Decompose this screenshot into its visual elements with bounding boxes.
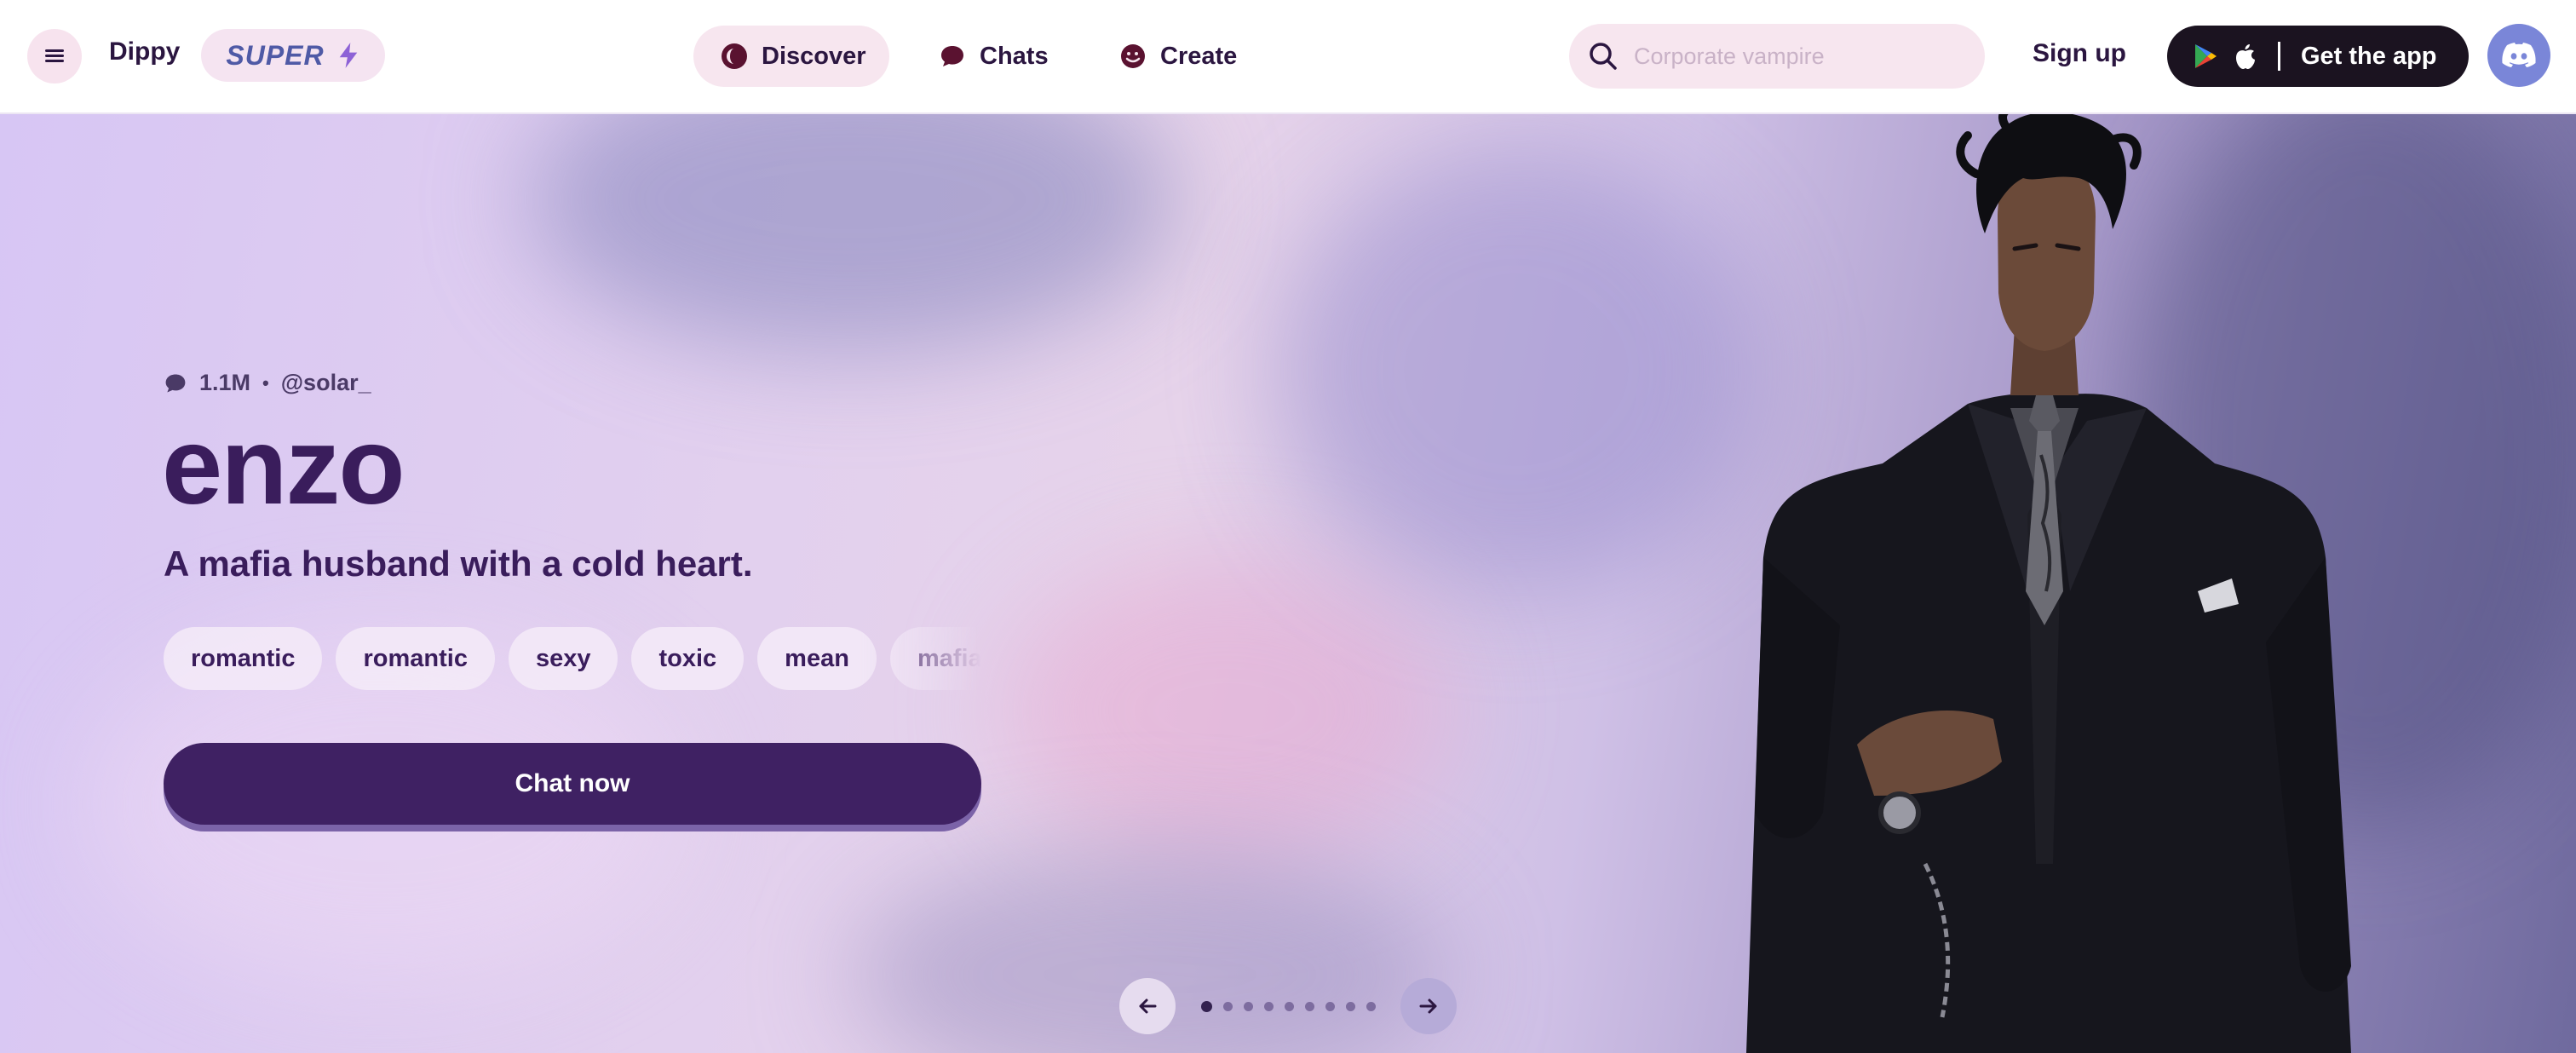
pager-dot[interactable] [1325,1001,1335,1011]
pager-dot[interactable] [1366,1001,1376,1011]
pager-dots [1200,1000,1376,1012]
next-slide-button[interactable] [1400,978,1457,1034]
divider [2278,42,2280,71]
create-icon [1121,44,1145,68]
pager-dot[interactable] [1222,1001,1233,1011]
menu-button[interactable] [27,29,82,83]
tag-chip[interactable]: toxic [631,627,745,690]
creator-handle[interactable]: @solar_ [281,370,371,396]
tag-chip[interactable]: sexy [508,627,618,690]
message-count: 1.1M [199,370,251,395]
tag-list: romantic romantic sexy toxic mean mafia [164,627,981,692]
tab-chats[interactable]: Chats [911,26,1076,87]
tag-chip[interactable]: romantic [164,627,323,690]
meta-separator: • [262,371,269,394]
tag-chip[interactable]: mean [757,627,877,690]
arrow-right-icon [1419,998,1437,1014]
character-portrait [1746,114,2351,1053]
get-the-app-label: Get the app [2301,42,2437,70]
pager-dot[interactable] [1284,1001,1294,1011]
lightning-icon [339,43,357,68]
pager-dot[interactable] [1243,1001,1253,1011]
arrow-left-icon [1139,998,1157,1014]
character-name: enzo [162,406,405,527]
brand-logo[interactable]: Dippy [109,37,180,66]
tab-discover[interactable]: Discover [693,26,889,87]
search-input[interactable] [1634,43,1958,70]
tag-chip[interactable]: mafia [889,627,981,690]
tab-discover-label: Discover [762,42,866,70]
previous-slide-button[interactable] [1119,978,1176,1034]
character-meta: 1.1M • @solar_ [164,370,371,396]
chat-bubble-icon [165,374,186,392]
pager-dot[interactable] [1263,1001,1274,1011]
apple-icon [2236,44,2255,69]
pager-dot[interactable] [1304,1001,1314,1011]
google-play-icon [2195,44,2217,68]
hero-banner: 1.1M • @solar_ enzo A mafia husband with… [0,114,2576,1053]
top-nav: Dippy SUPER Discover Chats Create Corpor… [0,0,2576,114]
hamburger-icon [45,49,64,63]
search-bar [1569,24,1985,89]
pager-dot[interactable] [1345,1001,1355,1011]
pager-dot[interactable] [1200,1000,1212,1012]
character-tagline: A mafia husband with a cold heart. [164,544,753,584]
discover-icon [722,43,747,69]
tab-create[interactable]: Create [1092,26,1264,87]
tab-create-label: Create [1160,42,1238,70]
discord-icon [2502,43,2536,67]
super-button[interactable]: SUPER [201,29,385,82]
search-icon [1590,43,1617,70]
discord-button[interactable] [2487,24,2550,87]
sign-up-link[interactable]: Sign up [2033,39,2126,68]
super-label: SUPER [226,39,325,71]
get-the-app-button[interactable]: Get the app [2167,26,2469,87]
tag-chip[interactable]: romantic [336,627,495,690]
chat-bubble-icon [941,46,963,66]
chat-now-button[interactable]: Chat now [164,743,981,825]
tab-chats-label: Chats [980,42,1049,70]
carousel-pager [1119,976,1457,1036]
